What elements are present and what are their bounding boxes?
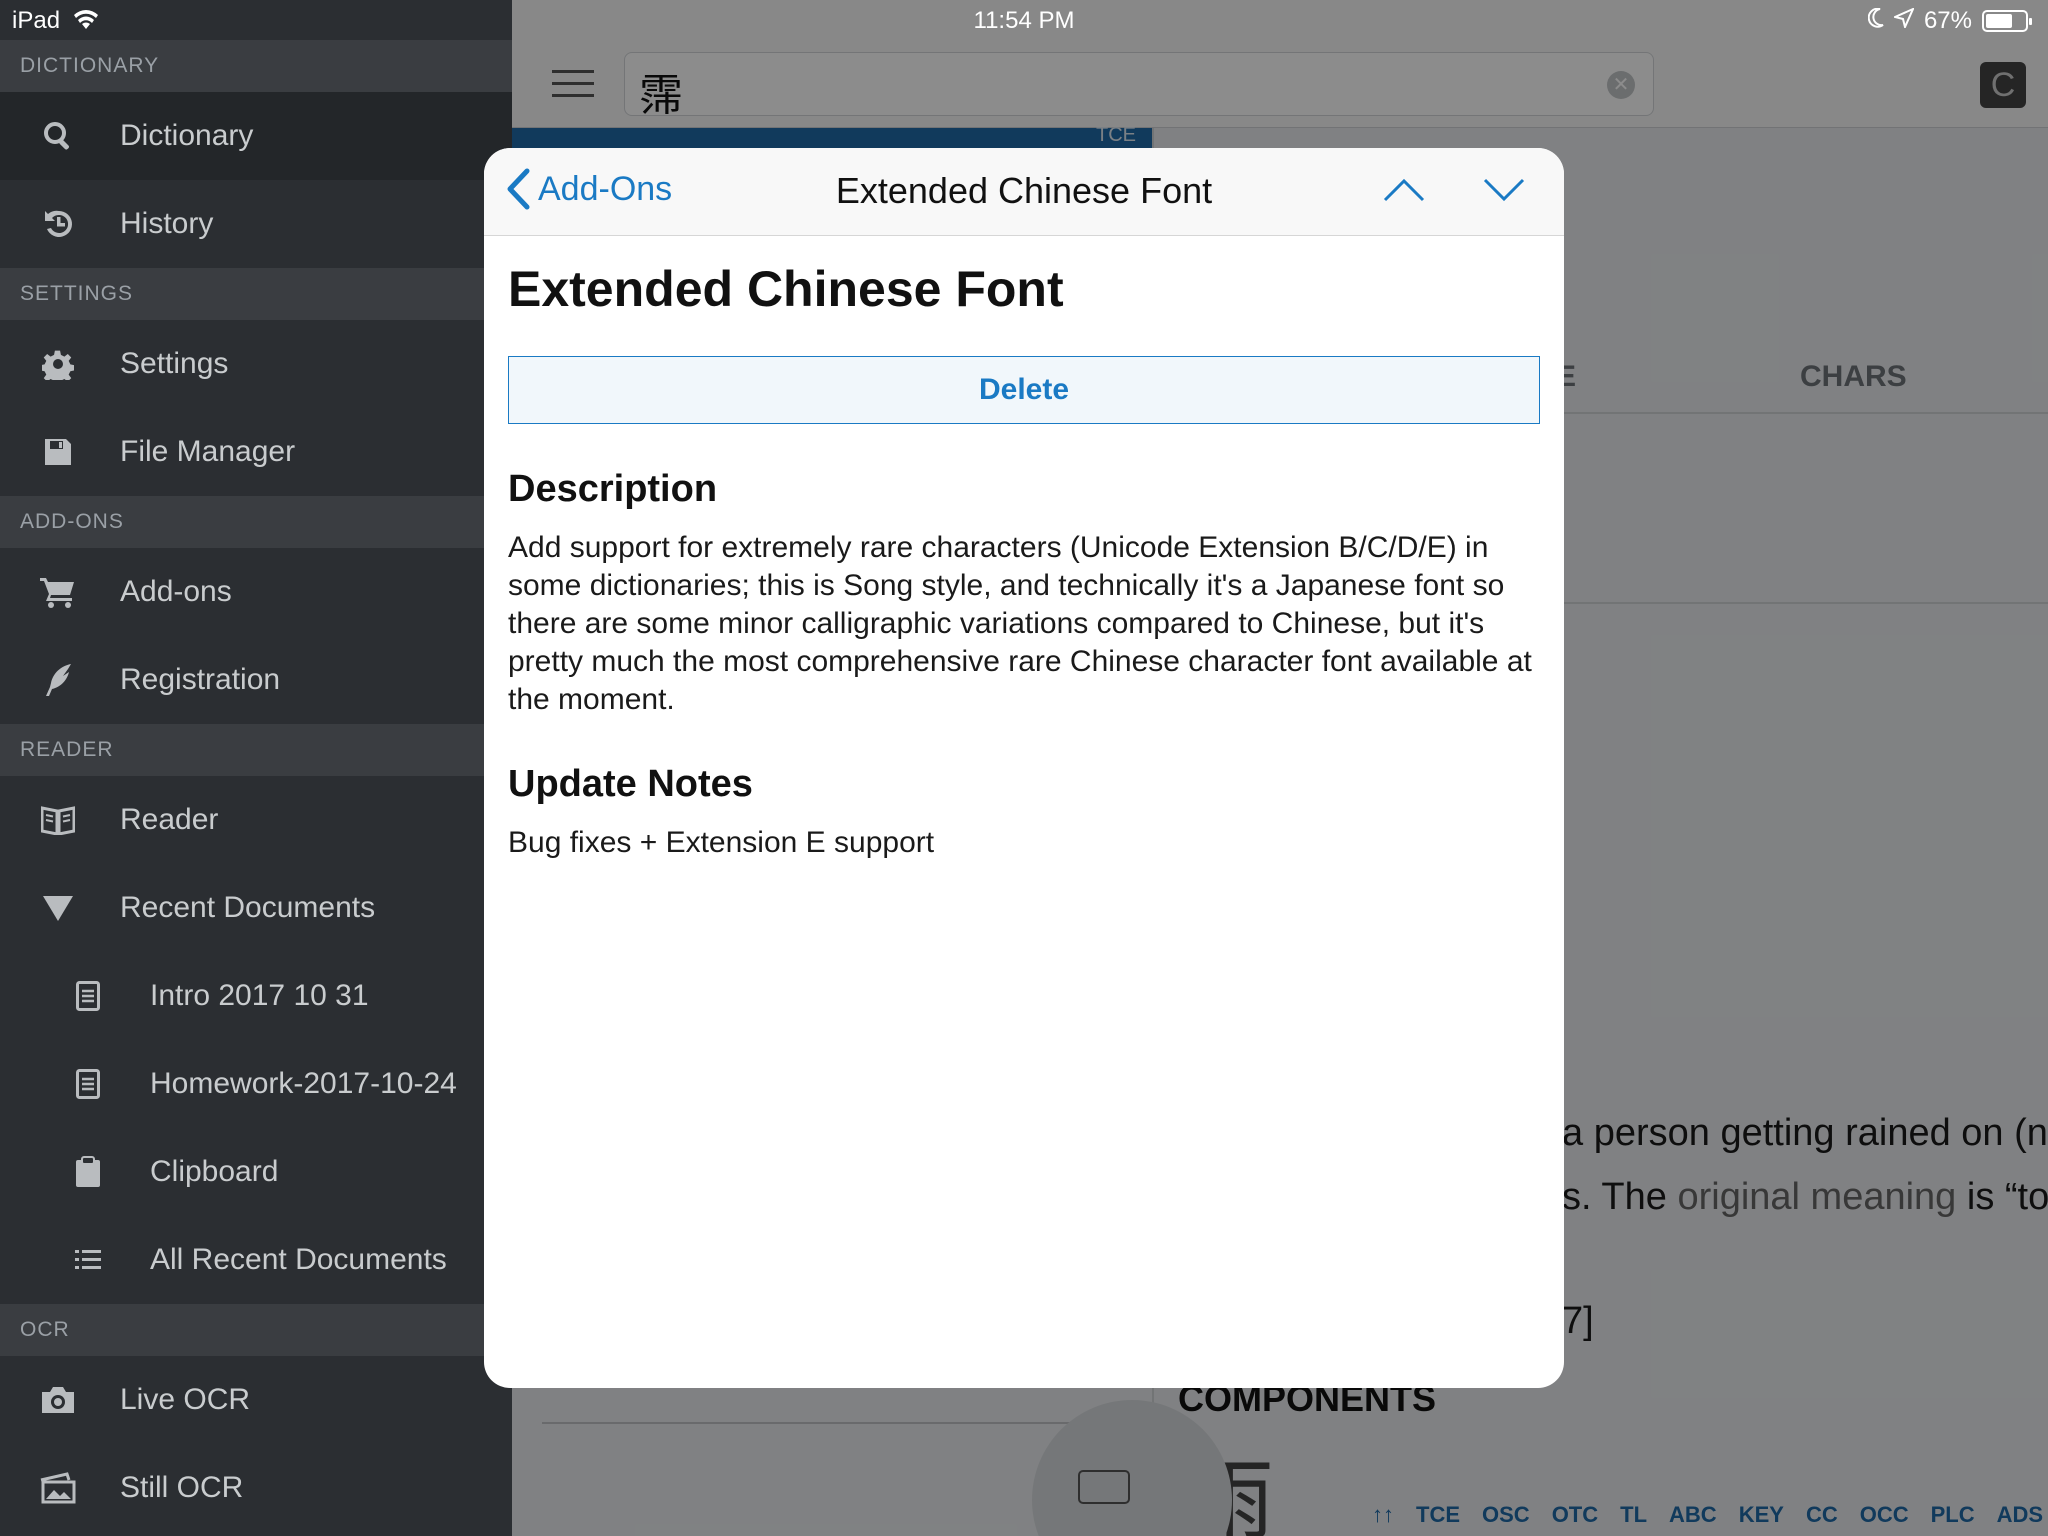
chevron-down-icon[interactable] (1482, 176, 1526, 209)
update-notes-text: Bug fixes + Extension E support (508, 826, 935, 859)
update-notes-heading: Update Notes (508, 763, 753, 805)
camera-icon (28, 1385, 88, 1415)
sidebar-item-label: Live OCR (120, 1383, 251, 1416)
battery-icon (1982, 10, 2032, 32)
sidebar-item-label: History (120, 207, 214, 240)
sidebar-item-registration[interactable]: Registration (0, 636, 512, 724)
description-heading: Description (508, 468, 718, 510)
sidebar-item-file-manager[interactable]: File Manager (0, 408, 512, 496)
sidebar-item-still-ocr[interactable]: Still OCR (0, 1444, 512, 1532)
section-reader: READER (0, 724, 512, 776)
section-add-ons: ADD-ONS (0, 496, 512, 548)
history-icon (28, 208, 88, 240)
sidebar-item-add-ons[interactable]: Add-ons (0, 548, 512, 636)
delete-button[interactable]: Delete (508, 356, 1540, 424)
gear-icon (28, 348, 88, 380)
status-bar: iPad 11:54 PM 67% (0, 0, 2048, 40)
sidebar-item-label: Add-ons (120, 575, 232, 608)
floppy-disk-icon (28, 437, 88, 467)
sidebar-item-label: Settings (120, 347, 229, 380)
photo-icon (28, 1472, 88, 1504)
clipboard-icon (58, 1156, 118, 1188)
list-icon (58, 1249, 118, 1271)
sidebar-item-all-recent[interactable]: All Recent Documents (0, 1216, 512, 1304)
sidebar-item-document[interactable]: Intro 2017 10 31 (0, 952, 512, 1040)
battery-percent: 67% (1923, 7, 1972, 34)
chevron-up-icon[interactable] (1382, 176, 1426, 209)
triangle-down-icon (28, 894, 88, 922)
sidebar-item-recent-documents[interactable]: Recent Documents (0, 864, 512, 952)
sidebar-item-label: All Recent Documents (150, 1243, 447, 1276)
modal-nav-bar: Add-Ons Extended Chinese Font (484, 148, 1564, 236)
quill-icon (28, 663, 88, 697)
location-icon (1891, 7, 1915, 35)
sidebar-item-label: Still OCR (120, 1471, 244, 1504)
sidebar-item-label: Recent Documents (120, 891, 376, 924)
sidebar-item-reader[interactable]: Reader (0, 776, 512, 864)
sidebar-item-clipboard[interactable]: Clipboard (0, 1128, 512, 1216)
section-ocr: OCR (0, 1304, 512, 1356)
sidebar-item-live-ocr[interactable]: Live OCR (0, 1356, 512, 1444)
document-icon (58, 981, 118, 1011)
sidebar-item-label: Dictionary (120, 119, 254, 152)
sidebar-item-label: Intro 2017 10 31 (150, 979, 369, 1012)
sidebar-item-label: File Manager (120, 435, 296, 468)
search-icon (28, 120, 88, 152)
sidebar-item-label: Homework-2017-10-24 (150, 1067, 457, 1100)
addon-detail-modal: Add-Ons Extended Chinese Font Extended C… (484, 148, 1564, 1388)
document-icon (58, 1069, 118, 1099)
sidebar-item-settings[interactable]: Settings (0, 320, 512, 408)
section-dictionary: DICTIONARY (0, 40, 512, 92)
sidebar-item-document[interactable]: Homework-2017-10-24 (0, 1040, 512, 1128)
page-title: Extended Chinese Font (508, 261, 1064, 317)
book-icon (28, 805, 88, 835)
sidebar-item-label: Registration (120, 663, 281, 696)
sidebar-item-history[interactable]: History (0, 180, 512, 268)
moon-icon (1867, 7, 1884, 35)
clock: 11:54 PM (973, 7, 1075, 34)
status-right: 67% (1867, 7, 2032, 35)
description-text: Add support for extremely rare character… (508, 531, 1532, 716)
modal-body: Extended Chinese Font Delete Description… (484, 260, 1564, 862)
sidebar-item-label: Reader (120, 803, 219, 836)
sidebar-item-dictionary[interactable]: Dictionary (0, 92, 512, 180)
sidebar-item-label: Clipboard (150, 1155, 279, 1188)
section-settings: SETTINGS (0, 268, 512, 320)
sidebar: DICTIONARY Dictionary History SETTINGS S… (0, 0, 512, 1536)
cart-icon (28, 576, 88, 608)
